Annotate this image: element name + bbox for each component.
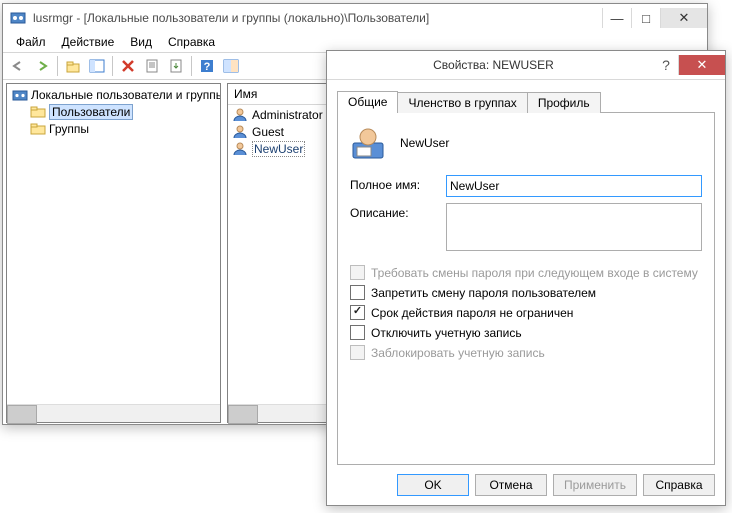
properties-button[interactable] (141, 55, 163, 77)
up-button[interactable] (62, 55, 84, 77)
chk-cannot-change-password[interactable]: Запретить смену пароля пользователем (350, 285, 702, 300)
main-title: lusrmgr - [Локальные пользователи и груп… (33, 11, 602, 25)
chk-password-never-expires[interactable]: Срок действия пароля не ограничен (350, 305, 702, 320)
menu-bar: Файл Действие Вид Справка (3, 32, 707, 52)
tab-profile[interactable]: Профиль (527, 92, 601, 113)
chk-account-locked: Заблокировать учетную запись (350, 345, 702, 360)
checkbox-icon (350, 265, 365, 280)
chk-must-change-password: Требовать смены пароля при следующем вхо… (350, 265, 702, 280)
menu-view[interactable]: Вид (123, 33, 159, 51)
fullname-label: Полное имя: (350, 175, 446, 192)
tree-pane: Локальные пользователи и группы Пользова… (6, 83, 221, 423)
user-icon (232, 107, 248, 123)
folder-icon (30, 121, 46, 137)
help-button[interactable]: Справка (643, 474, 715, 496)
tabset: Общие Членство в группах Профиль (337, 90, 715, 113)
forward-button[interactable] (31, 55, 53, 77)
apply-button[interactable]: Применить (553, 474, 637, 496)
checkbox-icon[interactable] (350, 325, 365, 340)
folder-icon (30, 104, 46, 120)
user-icon (232, 141, 248, 157)
tree-hscrollbar[interactable] (7, 404, 220, 422)
help-button[interactable]: ? (196, 55, 218, 77)
snapin-icon (12, 87, 28, 103)
show-hide-tree-button[interactable] (86, 55, 108, 77)
main-titlebar[interactable]: lusrmgr - [Локальные пользователи и груп… (3, 4, 707, 32)
tab-general[interactable]: Общие (337, 91, 398, 113)
delete-button[interactable] (117, 55, 139, 77)
svg-text:?: ? (204, 61, 211, 73)
cancel-button[interactable]: Отмена (475, 474, 547, 496)
checkbox-icon[interactable] (350, 305, 365, 320)
dialog-close-button[interactable]: ✕ (678, 55, 725, 75)
app-icon (9, 9, 27, 27)
checkbox-icon (350, 345, 365, 360)
minimize-button[interactable]: — (602, 8, 631, 28)
tree-users[interactable]: Пользователи (10, 103, 220, 120)
help-icon[interactable]: ? (654, 57, 678, 73)
ok-button[interactable]: OK (397, 474, 469, 496)
refresh-icon[interactable] (220, 55, 242, 77)
col-name[interactable]: Имя (228, 84, 263, 104)
dialog-titlebar[interactable]: Свойства: NEWUSER ? ✕ (327, 51, 725, 80)
tree-groups[interactable]: Группы (10, 120, 220, 137)
checkbox-icon[interactable] (350, 285, 365, 300)
user-icon (232, 124, 248, 140)
tab-page-general: NewUser Полное имя: Описание: Требовать … (337, 113, 715, 465)
user-large-icon (350, 125, 386, 161)
tree-root[interactable]: Локальные пользователи и группы (10, 86, 220, 103)
back-button[interactable] (7, 55, 29, 77)
maximize-button[interactable]: □ (631, 8, 660, 28)
dialog-button-row: OK Отмена Применить Справка (327, 464, 725, 506)
description-input[interactable] (446, 203, 702, 251)
tab-memberof[interactable]: Членство в группах (397, 92, 527, 113)
close-button[interactable]: ✕ (660, 8, 707, 28)
menu-file[interactable]: Файл (9, 33, 53, 51)
chk-account-disabled[interactable]: Отключить учетную запись (350, 325, 702, 340)
header-username: NewUser (400, 136, 449, 150)
fullname-input[interactable] (446, 175, 702, 197)
properties-dialog: Свойства: NEWUSER ? ✕ Общие Членство в г… (326, 50, 726, 506)
menu-help[interactable]: Справка (161, 33, 222, 51)
description-label: Описание: (350, 203, 446, 220)
export-list-button[interactable] (165, 55, 187, 77)
dialog-title: Свойства: NEWUSER (333, 58, 654, 72)
menu-action[interactable]: Действие (55, 33, 122, 51)
